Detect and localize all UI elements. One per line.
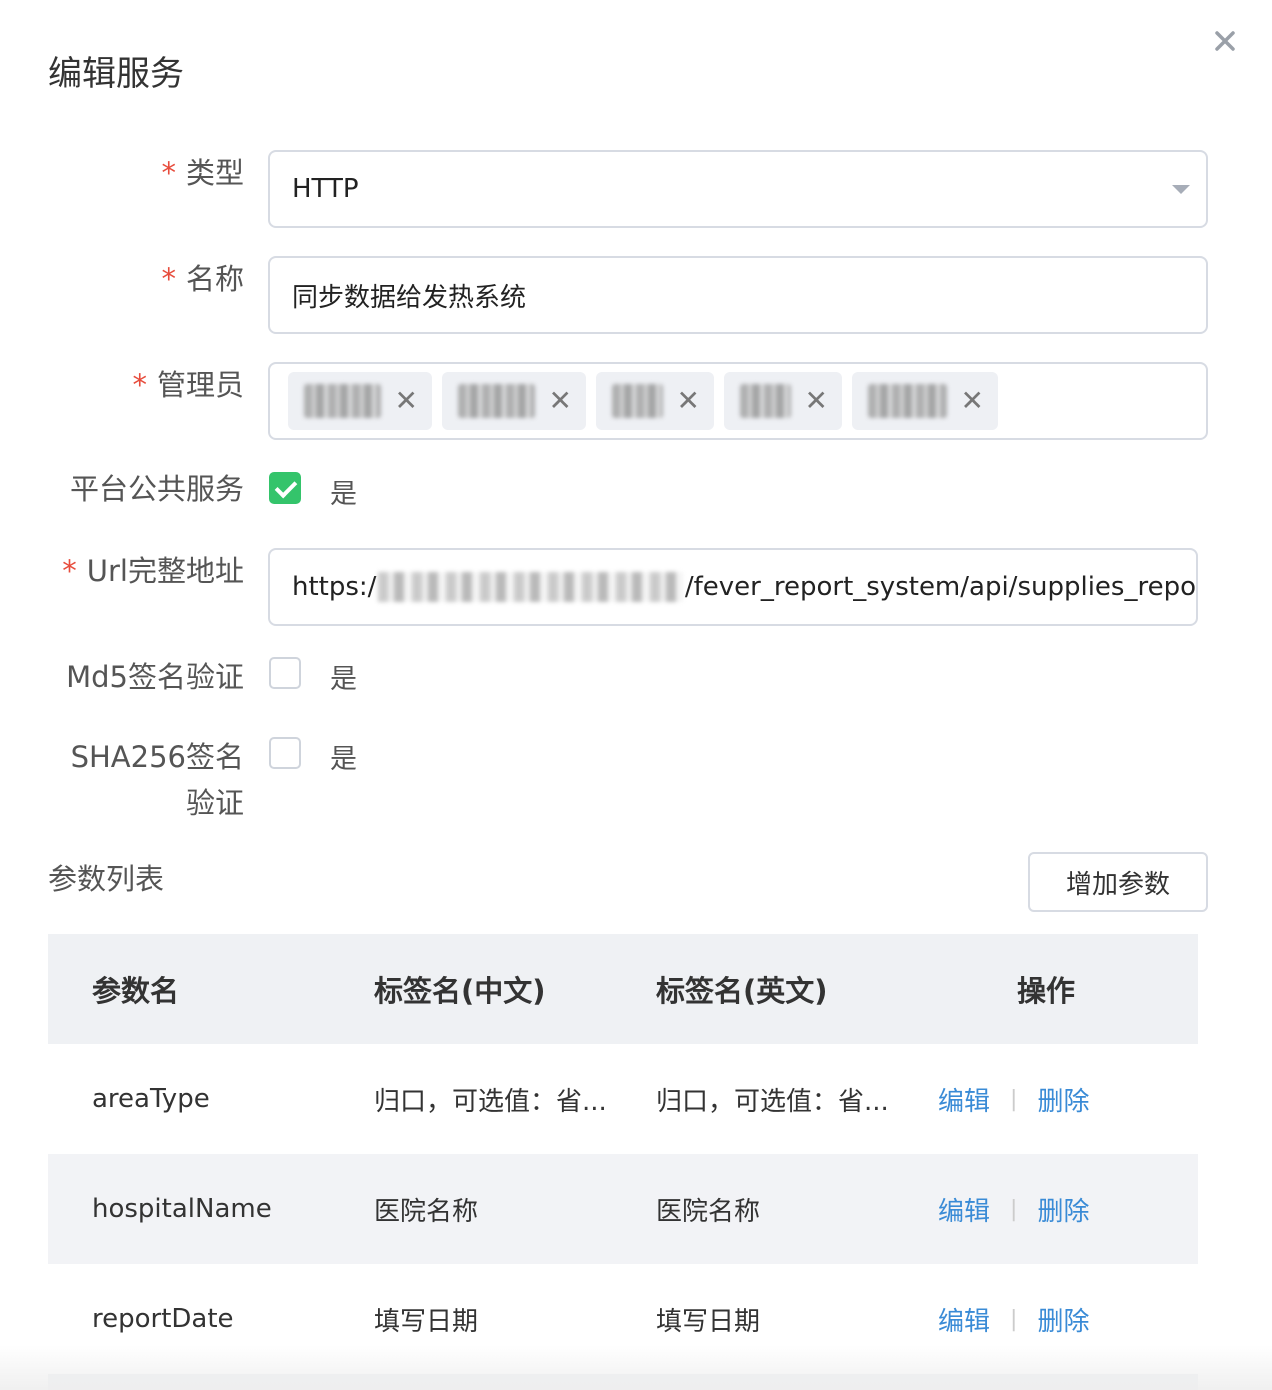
tag-remove-icon[interactable]: ✕ xyxy=(549,387,572,415)
label-cn-cell: 填写日期 xyxy=(374,1306,479,1337)
admin-tag-name-redacted xyxy=(458,384,535,418)
table-header: 参数名 标签名(中文) 标签名(英文) 操作 xyxy=(48,934,1198,1044)
dialog-title: 编辑服务 xyxy=(48,54,184,94)
admin-tag: ✕ xyxy=(288,372,432,430)
md5-checkbox[interactable] xyxy=(269,657,301,689)
url-prefix: https:/ xyxy=(292,572,377,602)
actions-cell: 编辑 | 删除 xyxy=(894,1191,1198,1228)
md5-option: 是 xyxy=(330,664,357,695)
delete-link[interactable]: 删除 xyxy=(1037,1301,1089,1338)
edit-link[interactable]: 编辑 xyxy=(938,1301,990,1338)
name-label: * 名称 xyxy=(161,262,244,296)
platform-public-checkbox[interactable] xyxy=(269,472,301,504)
label-en-cell: 归口，可选值：省... xyxy=(656,1086,889,1117)
admin-tag: ✕ xyxy=(596,372,714,430)
type-label: * 类型 xyxy=(161,156,244,190)
action-separator: | xyxy=(1010,1086,1018,1112)
column-header: 标签名(英文) xyxy=(656,974,828,1008)
edit-service-dialog: 编辑服务 * 类型 HTTP * 名称 同步数据给发热系统 * 管理员 ✕ ✕ ✕ xyxy=(0,0,1272,1390)
url-input[interactable]: https:/ /fever_report_system/api/supplie… xyxy=(268,548,1198,626)
delete-link[interactable]: 删除 xyxy=(1037,1081,1089,1118)
table-row: hospitalName 医院名称 医院名称 编辑 | 删除 xyxy=(48,1154,1198,1264)
type-select-value: HTTP xyxy=(292,174,359,204)
sha256-checkbox[interactable] xyxy=(269,737,301,769)
actions-cell: 编辑 | 删除 xyxy=(894,1301,1198,1338)
type-select[interactable]: HTTP xyxy=(268,150,1208,228)
param-name-cell: hospitalName xyxy=(92,1194,272,1224)
close-icon[interactable] xyxy=(1210,26,1240,56)
admin-tag-name-redacted xyxy=(612,384,663,418)
actions-cell: 编辑 | 删除 xyxy=(894,1081,1198,1118)
column-header: 标签名(中文) xyxy=(374,974,546,1008)
sha256-label: SHA256签名 验证 xyxy=(70,740,244,820)
delete-link[interactable]: 删除 xyxy=(1037,1191,1089,1228)
param-name-cell: reportDate xyxy=(92,1304,234,1334)
url-suffix: /fever_report_system/api/supplies_repo xyxy=(684,572,1196,602)
action-separator: | xyxy=(1010,1306,1018,1332)
label-cn-cell: 医院名称 xyxy=(374,1196,479,1227)
admin-tag-name-redacted xyxy=(740,384,791,418)
admin-tag-name-redacted xyxy=(304,384,381,418)
add-param-button[interactable]: 增加参数 xyxy=(1028,852,1208,912)
tag-remove-icon[interactable]: ✕ xyxy=(961,387,984,415)
params-section-title: 参数列表 xyxy=(48,862,165,896)
url-host-redacted xyxy=(378,572,683,602)
platform-public-label: 平台公共服务 xyxy=(69,472,244,506)
params-table: 参数名 标签名(中文) 标签名(英文) 操作 areaType 归口，可选值：省… xyxy=(48,934,1198,1374)
edit-link[interactable]: 编辑 xyxy=(938,1081,990,1118)
param-name-cell: areaType xyxy=(92,1084,210,1114)
table-row: areaType 归口，可选值：省... 归口，可选值：省... 编辑 | 删除 xyxy=(48,1044,1198,1154)
sha256-option: 是 xyxy=(330,744,357,775)
admin-tag-name-redacted xyxy=(868,384,947,418)
label-en-cell: 医院名称 xyxy=(656,1196,761,1227)
tag-remove-icon[interactable]: ✕ xyxy=(395,387,418,415)
tag-remove-icon[interactable]: ✕ xyxy=(805,387,828,415)
action-separator: | xyxy=(1010,1196,1018,1222)
admins-tag-input[interactable]: ✕ ✕ ✕ ✕ ✕ xyxy=(268,362,1208,440)
label-cn-cell: 归口，可选值：省... xyxy=(374,1086,607,1117)
column-header: 参数名 xyxy=(92,974,180,1008)
url-label: * Url完整地址 xyxy=(62,554,244,588)
admin-tag: ✕ xyxy=(852,372,998,430)
edit-link[interactable]: 编辑 xyxy=(938,1191,990,1228)
column-header: 操作 xyxy=(1016,974,1075,1008)
label-en-cell: 填写日期 xyxy=(656,1306,761,1337)
tag-remove-icon[interactable]: ✕ xyxy=(677,387,700,415)
admin-tag: ✕ xyxy=(724,372,842,430)
scroll-fade xyxy=(0,1345,1272,1390)
md5-label: Md5签名验证 xyxy=(66,660,244,694)
name-input[interactable]: 同步数据给发热系统 xyxy=(268,256,1208,334)
chevron-down-icon[interactable] xyxy=(1172,185,1190,194)
admins-label: * 管理员 xyxy=(132,368,244,402)
admin-tag: ✕ xyxy=(442,372,586,430)
name-input-value: 同步数据给发热系统 xyxy=(292,282,527,313)
platform-public-option: 是 xyxy=(330,479,357,510)
